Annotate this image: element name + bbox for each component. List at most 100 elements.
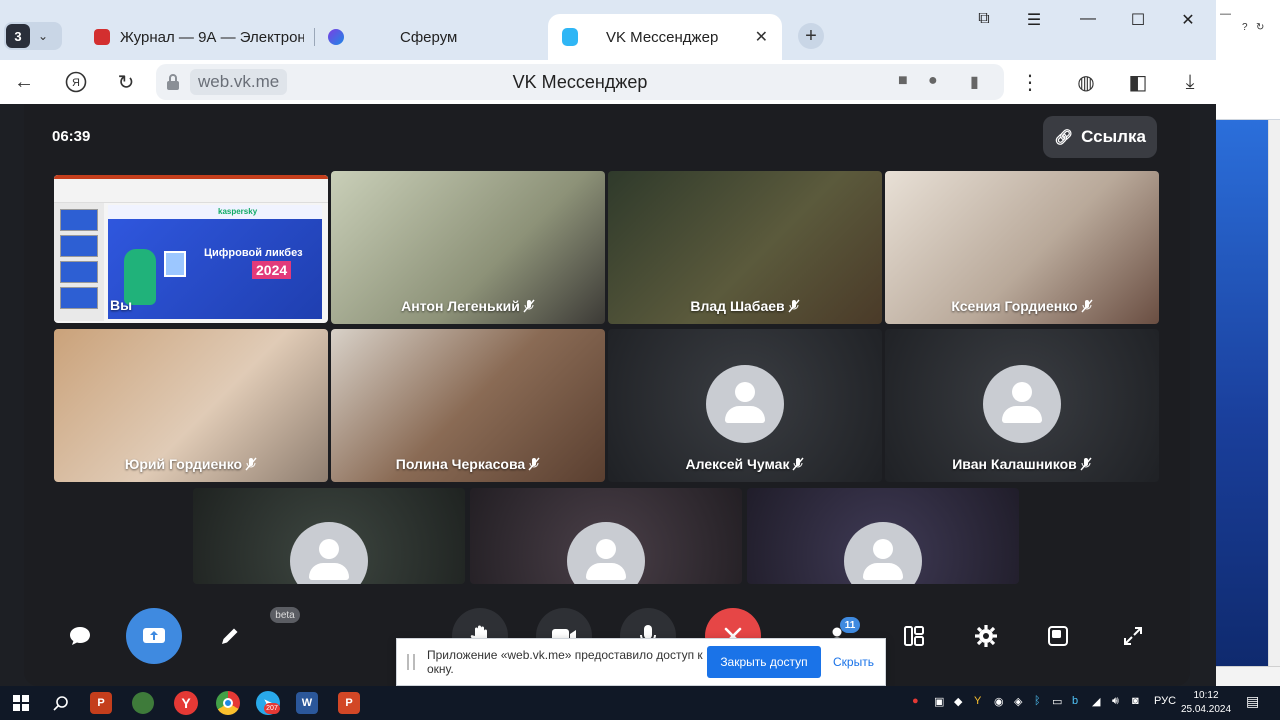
address-bar[interactable]: web.vk.me VK Мессенджер ■ ● ▮	[156, 64, 1004, 100]
browser-toolbar: ← Я ↻ web.vk.me VK Мессенджер ■ ● ▮ ⋮ ◍ …	[0, 60, 1216, 104]
yandex-browser-icon[interactable]: Y	[174, 691, 198, 715]
chevron-down-icon: ⌄	[38, 29, 49, 43]
collections-icon[interactable]: ⧉	[972, 10, 996, 28]
camera-tray-icon[interactable]: ◙	[1132, 695, 1139, 707]
layout-button[interactable]	[886, 608, 942, 664]
bookmark-icon[interactable]: ▮	[970, 72, 979, 92]
participant-tile[interactable]	[470, 488, 742, 584]
sharing-message: Приложение «web.vk.me» предоставило дост…	[427, 648, 703, 676]
volume-icon[interactable]: 🔊︎	[1112, 695, 1119, 708]
help-icon[interactable]: ?	[1242, 22, 1248, 33]
system-clock[interactable]: 10:12 25.04.2024	[1180, 689, 1232, 717]
tab-journal[interactable]: Журнал — 9А — Электрон	[94, 22, 304, 52]
drag-handle[interactable]	[407, 654, 415, 670]
fullscreen-button[interactable]	[1105, 608, 1161, 664]
download-icon[interactable]: ⤓	[1176, 68, 1204, 96]
network-icon[interactable]: ◢	[1092, 695, 1100, 708]
participant-tile[interactable]: Юрий Гордиенко	[54, 329, 328, 482]
participant-name: Вы	[109, 297, 133, 313]
powerpoint-active-icon[interactable]: P	[338, 692, 360, 714]
link-icon: 🔗︎	[1054, 129, 1074, 146]
mic-muted-icon	[792, 457, 804, 471]
participant-tile[interactable]: Алексей Чумак	[608, 329, 882, 482]
hide-notification-link[interactable]: Скрыть	[833, 655, 874, 669]
background-app-window: — ? ↻	[1216, 0, 1280, 686]
participant-tile[interactable]	[193, 488, 465, 584]
bluetooth-icon[interactable]: ᛒ	[1034, 695, 1041, 707]
language-indicator[interactable]: РУС	[1154, 695, 1176, 707]
background-app-ruler	[1216, 104, 1280, 120]
stop-sharing-button[interactable]: Закрыть доступ	[707, 646, 821, 678]
windows-start-icon[interactable]	[8, 690, 34, 716]
tab-separator	[314, 28, 315, 46]
minimize-window-icon[interactable]: —	[1076, 10, 1100, 28]
avatar	[567, 522, 645, 584]
notifications-icon[interactable]: ▤	[1246, 693, 1259, 710]
clock-time: 10:12	[1193, 690, 1219, 701]
presentation-ribbon	[54, 175, 328, 203]
extensions-icon[interactable]: ◧	[1124, 68, 1152, 96]
reload-icon[interactable]: ↻	[112, 68, 140, 96]
tray-yandex-icon[interactable]: Y	[974, 695, 981, 707]
tray-shield-icon[interactable]: ◆	[954, 695, 962, 708]
tray-app-icon[interactable]: ●	[912, 695, 919, 707]
picture-in-picture-button[interactable]	[1030, 608, 1086, 664]
mic-muted-icon	[1080, 457, 1092, 471]
draw-button[interactable]	[202, 608, 258, 664]
mic-muted-icon	[1081, 299, 1093, 313]
settings-button[interactable]	[958, 608, 1014, 664]
tab-count: 3	[6, 24, 30, 48]
background-app-scrollbar[interactable]	[1268, 120, 1280, 666]
search-icon[interactable]	[48, 690, 74, 716]
app-icon[interactable]	[132, 692, 154, 714]
slide-brand: kaspersky	[218, 207, 258, 216]
participant-tile[interactable]: Антон Легенький	[331, 171, 605, 324]
back-arrow-icon[interactable]: ←	[10, 68, 38, 96]
tray-battery-icon[interactable]: ▭	[1052, 695, 1062, 708]
bing-icon[interactable]: b	[1072, 695, 1078, 707]
chrome-icon[interactable]	[216, 691, 240, 715]
menu-icon[interactable]: ☰	[1022, 10, 1046, 30]
tray-app2-icon[interactable]: ◉	[994, 695, 1004, 708]
participant-name: Юрий Гордиенко	[54, 456, 328, 472]
tray-app3-icon[interactable]: ◈	[1014, 695, 1022, 708]
screen-share-icon	[143, 628, 165, 643]
camera-permission-icon[interactable]: ■	[898, 72, 908, 90]
participant-tile-self[interactable]: kaspersky Цифровой ликбез 2024 Вы	[54, 175, 328, 323]
slide-year: 2024	[252, 261, 292, 279]
page-title: VK Мессенджер	[512, 72, 648, 92]
new-tab-button[interactable]: +	[798, 23, 824, 49]
minimize-icon[interactable]: —	[1220, 8, 1231, 20]
chat-button[interactable]	[52, 608, 108, 664]
close-tab-icon[interactable]: ✕	[755, 27, 768, 47]
screen-share-button[interactable]	[126, 608, 182, 664]
tab-sferum[interactable]: Сферум	[328, 22, 528, 52]
microphone-permission-icon[interactable]: ●	[928, 72, 938, 90]
copy-link-button[interactable]: 🔗︎ Ссылка	[1043, 116, 1157, 158]
desktop-screen: — ? ↻ 3 ⌄ Журнал — 9А — Электрон Сферум	[0, 0, 1280, 720]
participant-tile[interactable]: Полина Черкасова	[331, 329, 605, 482]
word-icon[interactable]: W	[296, 692, 318, 714]
participant-name: Ксения Гордиенко	[885, 298, 1159, 314]
participant-tile[interactable]	[747, 488, 1019, 584]
participant-tile[interactable]: Ксения Гордиенко	[885, 171, 1159, 324]
avatar	[290, 522, 368, 584]
powerpoint-icon[interactable]: P	[90, 692, 112, 714]
yandex-logo-icon[interactable]: Я	[62, 68, 90, 96]
maximize-window-icon[interactable]: ☐	[1126, 10, 1150, 30]
background-app-statusbar	[1216, 666, 1280, 686]
tray-mail-icon[interactable]: ▣	[934, 695, 944, 708]
participant-tile[interactable]: Влад Шабаев	[608, 171, 882, 324]
mic-muted-icon	[788, 299, 800, 313]
history-icon[interactable]: ↻	[1256, 22, 1264, 33]
tab-vk-messenger[interactable]: VK Мессенджер ✕	[548, 14, 782, 60]
video-call-area: 06:39 🔗︎ Ссылка kaspersky Цифровой ликбе…	[24, 104, 1190, 686]
tab-counter-button[interactable]: 3 ⌄	[4, 22, 62, 50]
participant-name: Полина Черкасова	[331, 456, 605, 472]
planet-icon[interactable]: ◍	[1072, 68, 1100, 96]
svg-text:Я: Я	[72, 77, 80, 89]
monitor-image	[164, 251, 186, 277]
more-menu-icon[interactable]: ⋮	[1016, 68, 1044, 96]
close-window-icon[interactable]: ✕	[1176, 10, 1200, 30]
participant-tile[interactable]: Иван Калашников	[885, 329, 1159, 482]
